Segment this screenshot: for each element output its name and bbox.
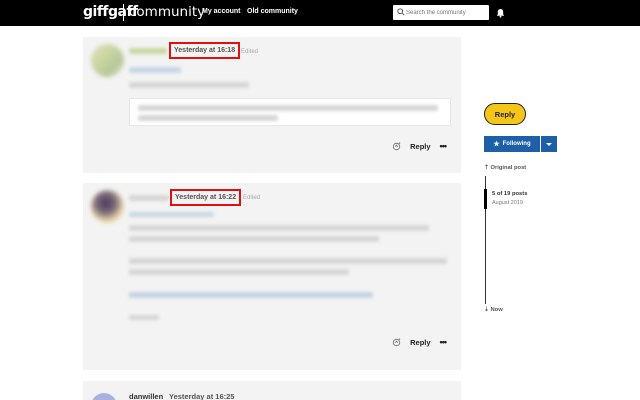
chevron-down-icon <box>546 142 552 146</box>
quote-box <box>129 98 451 126</box>
post-timestamp[interactable]: Yesterday at 16:22 <box>175 194 236 201</box>
blurred-text <box>129 258 447 264</box>
timestamp-highlight: Yesterday at 16:18 <box>169 42 241 59</box>
blurred-text <box>129 236 379 242</box>
blurred-text <box>129 269 349 275</box>
timeline-position: 5 of 19 posts <box>492 191 528 197</box>
reply-link[interactable]: Reply <box>410 338 430 347</box>
blurred-text <box>129 225 429 231</box>
post-actions: Reply ••• <box>392 338 448 347</box>
logo-divider <box>123 4 124 21</box>
blurred-rank <box>129 67 181 73</box>
more-options-icon[interactable]: ••• <box>440 142 448 151</box>
nav-old-community[interactable]: Old community <box>247 8 298 15</box>
post-timestamp[interactable]: Yesterday at 16:18 <box>174 47 235 54</box>
following-dropdown[interactable] <box>541 136 557 152</box>
original-post-link[interactable]: ⇡ Original post <box>484 165 526 171</box>
nav-my-account[interactable]: My account <box>202 8 241 15</box>
double-chevron-down-icon: ⇣ <box>484 307 489 313</box>
avatar[interactable] <box>91 44 124 77</box>
following-button[interactable]: ★ Following <box>484 136 540 152</box>
original-post-label: Original post <box>490 165 527 171</box>
kudos-icon[interactable] <box>392 338 401 347</box>
blurred-text <box>129 315 159 320</box>
following-label: Following <box>502 141 531 147</box>
post-timestamp[interactable]: Yesterday at 16:25 <box>169 392 234 400</box>
double-chevron-up-icon: ⇡ <box>484 165 489 171</box>
community-brand[interactable]: community <box>129 4 205 20</box>
edited-label: Edited <box>243 195 261 201</box>
timeline-date: August 2019 <box>492 200 523 206</box>
timeline-thumb[interactable] <box>484 189 487 209</box>
avatar[interactable] <box>91 190 124 223</box>
kudos-icon[interactable] <box>392 142 401 151</box>
now-link[interactable]: ⇣ Now <box>484 307 503 313</box>
blurred-link <box>129 292 373 298</box>
star-icon: ★ <box>493 141 500 148</box>
reply-button[interactable]: Reply <box>484 103 526 125</box>
post-actions: Reply ••• <box>392 142 448 151</box>
post-card: Yesterday at 16:18 Edited Reply ••• <box>83 37 461 173</box>
edited-label: Edited <box>241 49 259 55</box>
blurred-username <box>129 48 167 54</box>
blurred-text <box>129 212 214 217</box>
search-input[interactable] <box>406 5 488 20</box>
blurred-username <box>129 195 169 201</box>
blurred-quote-text <box>138 115 278 121</box>
search-icon <box>397 8 405 16</box>
now-label: Now <box>490 307 503 313</box>
avatar[interactable] <box>91 393 117 400</box>
top-navigation-bar: giffgaff community My account Old commun… <box>0 0 640 26</box>
blurred-text <box>129 82 249 88</box>
timestamp-highlight: Yesterday at 16:22 <box>170 189 242 206</box>
blurred-quote-text <box>138 105 438 111</box>
search-box[interactable] <box>393 5 489 20</box>
post-card: Yesterday at 16:22 Edited Reply ••• <box>83 183 461 370</box>
reply-link[interactable]: Reply <box>410 142 430 151</box>
post-card: danwillen Yesterday at 16:25 <box>83 381 461 400</box>
post-username[interactable]: danwillen <box>129 392 163 400</box>
more-options-icon[interactable]: ••• <box>440 338 448 347</box>
bell-icon[interactable] <box>496 8 505 18</box>
